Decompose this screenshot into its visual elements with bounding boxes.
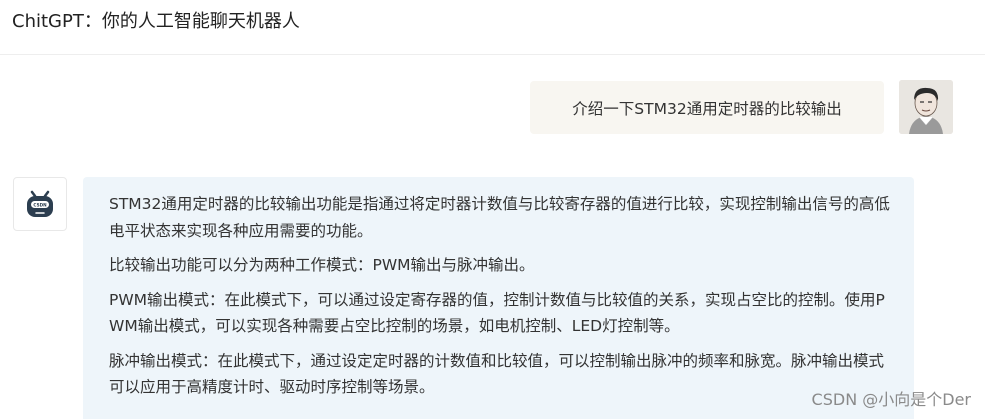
user-avatar-icon bbox=[899, 80, 953, 134]
user-message-bubble: 介绍一下STM32通用定时器的比较输出 bbox=[530, 81, 884, 134]
page-title: ChitGPT：你的人工智能聊天机器人 bbox=[12, 11, 300, 32]
user-message-text: 介绍一下STM32通用定时器的比较输出 bbox=[572, 99, 842, 118]
bot-message-bubble: STM32通用定时器的比较输出功能是指通过将定时器计数值与比较寄存器的值进行比较… bbox=[83, 177, 914, 419]
bot-avatar-label: CSDN bbox=[33, 203, 47, 208]
bot-paragraph-pwm: PWM输出模式：在此模式下，可以通过设定寄存器的值，控制计数值与比较值的关系，实… bbox=[109, 290, 885, 336]
robot-icon: CSDN bbox=[27, 190, 53, 217]
bot-paragraph-pulse: 脉冲输出模式：在此模式下，通过设定定时器的计数值和比较值，可以控制输出脉冲的频率… bbox=[109, 351, 885, 397]
bot-paragraph-modes: 比较输出功能可以分为两种工作模式：PWM输出与脉冲输出。 bbox=[109, 256, 535, 274]
watermark-text: CSDN @小向是个Der bbox=[811, 390, 971, 409]
chat-page: ChitGPT：你的人工智能聊天机器人 介绍一下STM32通用定时器的比较输出 … bbox=[0, 0, 985, 419]
bot-avatar[interactable]: CSDN bbox=[13, 177, 67, 231]
header-bar: ChitGPT：你的人工智能聊天机器人 bbox=[0, 0, 985, 55]
user-avatar[interactable] bbox=[899, 80, 953, 134]
bot-paragraph-intro: STM32通用定时器的比较输出功能是指通过将定时器计数值与比较寄存器的值进行比较… bbox=[109, 195, 890, 240]
